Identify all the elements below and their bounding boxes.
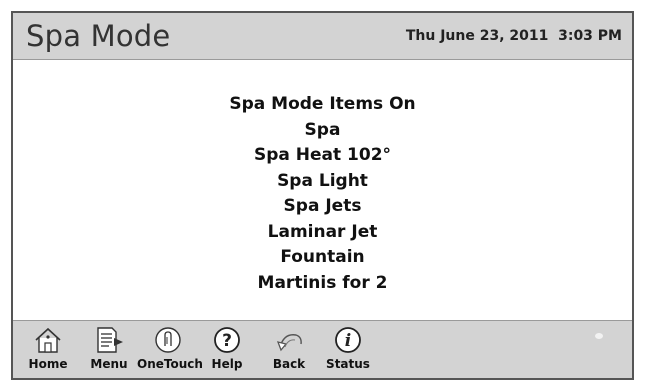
spa-mode-screen: Spa Mode Thu June 23, 2011 3:03 PM Spa M… xyxy=(11,11,634,380)
touch-finger-icon xyxy=(155,327,181,353)
onetouch-label: OneTouch xyxy=(137,357,203,371)
list-item-spa-light: Spa Light xyxy=(277,170,368,191)
house-icon xyxy=(35,327,61,353)
date-time: Thu June 23, 2011 3:03 PM xyxy=(405,28,622,44)
list-item-spa-heat: Spa Heat 102° xyxy=(253,145,392,165)
list-item-spa: Spa xyxy=(304,119,341,140)
list-item-spa-jets: Spa Jets xyxy=(283,196,362,216)
svg-text:i: i xyxy=(345,331,351,351)
items-list: Spa Mode Items On Spa Spa Heat 102° Spa … xyxy=(13,92,632,296)
back-arrow-icon xyxy=(276,334,302,352)
menu-label: Menu xyxy=(90,357,128,371)
home-button[interactable]: Home xyxy=(17,323,79,375)
onetouch-button[interactable]: OneTouch xyxy=(137,323,203,375)
question-icon: ? xyxy=(214,327,240,353)
page-title: Spa Mode xyxy=(26,19,171,53)
header-bar: Spa Mode Thu June 23, 2011 3:03 PM xyxy=(13,13,632,60)
status-label: Status xyxy=(326,357,370,371)
help-label: Help xyxy=(211,357,243,371)
list-item-fountain: Fountain xyxy=(280,247,365,267)
back-button[interactable]: Back xyxy=(258,323,320,375)
svg-text:?: ? xyxy=(222,331,232,351)
indicator-light xyxy=(595,333,603,339)
help-button[interactable]: ? Help xyxy=(196,323,258,375)
list-item-martinis: Martinis for 2 xyxy=(257,272,388,293)
back-label: Back xyxy=(272,357,306,371)
status-button[interactable]: i Status xyxy=(317,323,379,375)
bottom-toolbar: Home Menu OneTouch ? Help Back i Status xyxy=(13,320,632,378)
menu-document-icon xyxy=(97,327,123,353)
home-label: Home xyxy=(28,357,68,371)
list-heading: Spa Mode Items On xyxy=(229,94,416,114)
list-item-laminar-jet: Laminar Jet xyxy=(267,221,378,242)
info-icon: i xyxy=(335,327,361,353)
menu-button[interactable]: Menu xyxy=(78,323,140,375)
